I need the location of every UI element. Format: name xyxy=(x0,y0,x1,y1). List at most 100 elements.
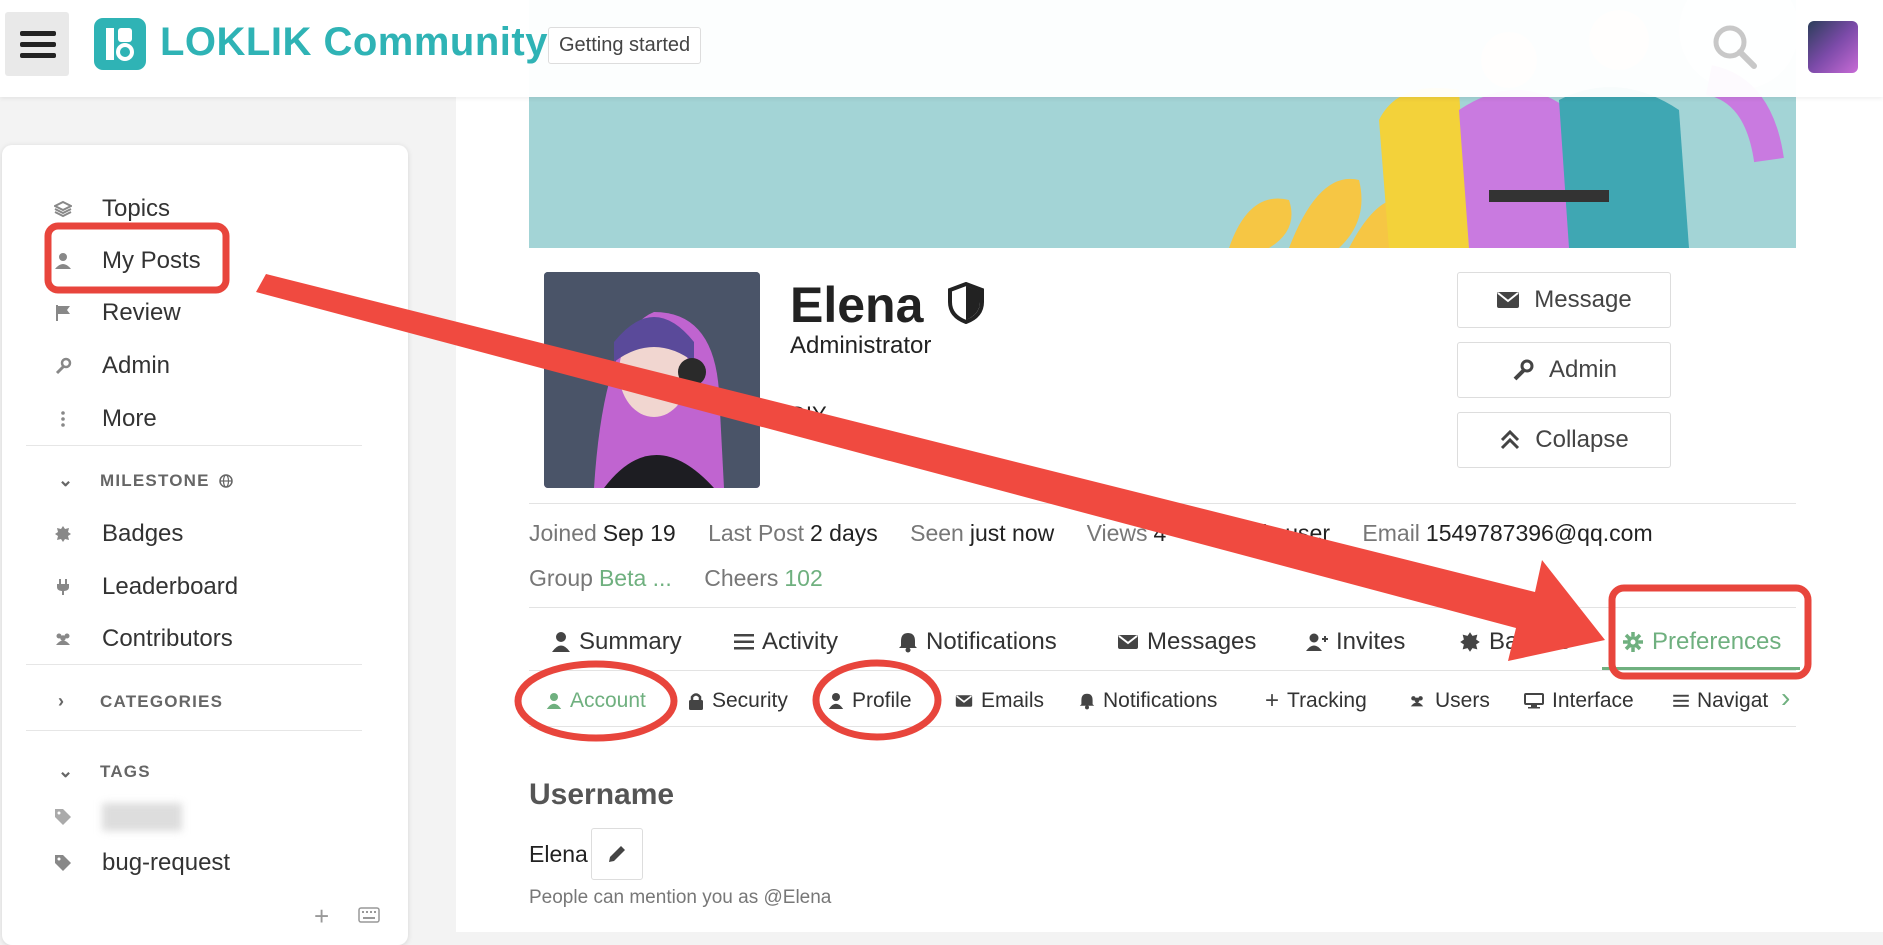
flag-icon xyxy=(56,305,70,321)
tab-messages[interactable]: Messages xyxy=(1117,622,1256,662)
tab-label: Messages xyxy=(1147,628,1257,655)
blurred-tag-label xyxy=(102,803,182,831)
pencil-icon xyxy=(609,846,625,862)
tab-preferences[interactable]: Preferences xyxy=(1622,622,1781,662)
sidebar-item-topics[interactable]: Topics xyxy=(54,189,170,229)
profile-stats-row-2: Group Beta ... Cheers 102 xyxy=(529,565,849,592)
divider xyxy=(26,445,362,446)
chevron-down-icon: ⌄ xyxy=(58,761,75,781)
sidebar-item-my-posts[interactable]: My Posts xyxy=(54,241,201,281)
stat-last-post: Last Post 2 days xyxy=(708,520,878,546)
sidebar-item-admin[interactable]: Admin xyxy=(54,346,170,386)
user-icon xyxy=(828,693,844,709)
chevron-double-up-icon xyxy=(1501,429,1520,450)
sidebar-item-label: Admin xyxy=(102,352,171,379)
sidebar-item-more[interactable]: More xyxy=(54,399,157,439)
sidebar-item-tag-blurred[interactable] xyxy=(54,797,182,837)
sidebar-item-contributors[interactable]: Contributors xyxy=(54,619,233,659)
sidebar: Topics My Posts Review Admin More ⌄ MILE… xyxy=(2,145,408,945)
tab-label: Notifications xyxy=(926,628,1057,655)
site-header: LOKLIK Community Getting started xyxy=(0,0,1883,97)
username-text: Elena xyxy=(790,277,924,333)
keyboard-icon[interactable] xyxy=(358,907,380,923)
subtab-label: Interface xyxy=(1552,689,1634,712)
user-avatar[interactable] xyxy=(1808,21,1858,73)
shield-icon xyxy=(948,281,985,325)
section-header-categories[interactable]: › CATEGORIES xyxy=(58,691,223,712)
subtab-account[interactable]: Account xyxy=(546,686,646,716)
section-title: CATEGORIES xyxy=(100,691,224,711)
tab-label: Summary xyxy=(579,628,682,655)
layers-icon xyxy=(54,200,72,218)
subtab-label: Notifications xyxy=(1103,689,1218,712)
envelope-icon xyxy=(1497,292,1520,308)
stat-trust-level: Tr basic user xyxy=(1198,520,1331,546)
chevron-right-icon: › xyxy=(58,691,66,711)
section-header-tags[interactable]: ⌄ TAGS xyxy=(58,761,151,782)
sidebar-item-tag-bug-request[interactable]: bug-request xyxy=(54,843,230,883)
subtab-label: Users xyxy=(1435,689,1490,712)
username-field-label: Username xyxy=(529,778,675,811)
badge-icon xyxy=(55,526,71,542)
tab-notifications[interactable]: Notifications xyxy=(898,622,1057,662)
plug-icon xyxy=(57,579,69,595)
divider xyxy=(529,670,1796,671)
list-icon xyxy=(734,634,754,650)
subtab-navigation[interactable]: Navigat xyxy=(1673,686,1778,716)
subtab-users[interactable]: Users xyxy=(1407,686,1490,716)
chevron-down-icon: ⌄ xyxy=(58,470,75,490)
section-header-milestone[interactable]: ⌄ MILESTONE xyxy=(58,470,234,491)
subtab-security[interactable]: Security xyxy=(688,686,788,716)
chevron-right-icon[interactable]: › xyxy=(1781,682,1790,714)
sidebar-item-label: Review xyxy=(102,299,181,326)
sidebar-item-label: bug-request xyxy=(102,849,231,876)
plus-icon[interactable]: + xyxy=(314,901,329,932)
tab-badges[interactable]: Badges xyxy=(1459,622,1570,662)
stat-group[interactable]: Group Beta ... xyxy=(529,565,672,591)
subtab-emails[interactable]: Emails xyxy=(955,686,1044,716)
search-icon[interactable] xyxy=(1710,22,1760,77)
sidebar-item-leaderboard[interactable]: Leaderboard xyxy=(54,567,238,607)
sidebar-item-label: Badges xyxy=(102,520,184,547)
sidebar-item-review[interactable]: Review xyxy=(54,293,181,333)
divider xyxy=(529,607,1796,608)
tab-invites[interactable]: Invites xyxy=(1306,622,1405,662)
divider xyxy=(529,503,1796,504)
tab-summary[interactable]: Summary xyxy=(551,622,682,662)
hamburger-menu-button[interactable] xyxy=(5,12,69,76)
subtab-label: Account xyxy=(570,689,646,712)
edit-username-button[interactable] xyxy=(591,828,643,880)
site-logo-text[interactable]: LOKLIK Community xyxy=(160,20,548,65)
envelope-icon xyxy=(1118,635,1138,649)
tab-activity[interactable]: Activity xyxy=(734,622,838,662)
message-button[interactable]: Message xyxy=(1457,272,1671,328)
getting-started-button[interactable]: Getting started xyxy=(548,27,702,64)
subtab-notifications[interactable]: Notifications xyxy=(1079,686,1217,716)
collapse-button[interactable]: Collapse xyxy=(1457,412,1671,468)
stat-seen: Seen just now xyxy=(910,520,1055,546)
sidebar-item-label: Leaderboard xyxy=(102,573,239,600)
stat-cheers: Cheers 102 xyxy=(704,565,823,591)
gear-icon xyxy=(1623,632,1643,652)
stat-email: Email 1549787396@qq.com xyxy=(1362,520,1653,546)
divider xyxy=(26,664,362,665)
section-title: TAGS xyxy=(100,761,151,781)
profile-avatar[interactable] xyxy=(544,272,760,488)
collapse-label: Collapse xyxy=(1535,426,1629,453)
bell-icon xyxy=(899,633,917,653)
sidebar-item-label: Contributors xyxy=(102,625,233,652)
wrench-icon xyxy=(1513,359,1534,381)
admin-button[interactable]: Admin xyxy=(1457,342,1671,398)
sidebar-item-badges[interactable]: Badges xyxy=(54,514,183,554)
subtab-tracking[interactable]: + Tracking xyxy=(1265,686,1367,716)
subtab-profile[interactable]: Profile xyxy=(828,686,912,716)
subtab-label: Security xyxy=(712,689,788,712)
users-icon xyxy=(56,633,70,645)
username-field-value: Elena xyxy=(529,841,588,867)
section-title: MILESTONE xyxy=(100,470,210,490)
subtab-interface[interactable]: Interface xyxy=(1524,686,1634,716)
stat-views: Views 4 xyxy=(1086,520,1167,546)
username-helper-text: People can mention you as @Elena xyxy=(529,887,832,908)
sidebar-item-label: More xyxy=(102,405,157,432)
logo-icon[interactable] xyxy=(94,18,146,70)
